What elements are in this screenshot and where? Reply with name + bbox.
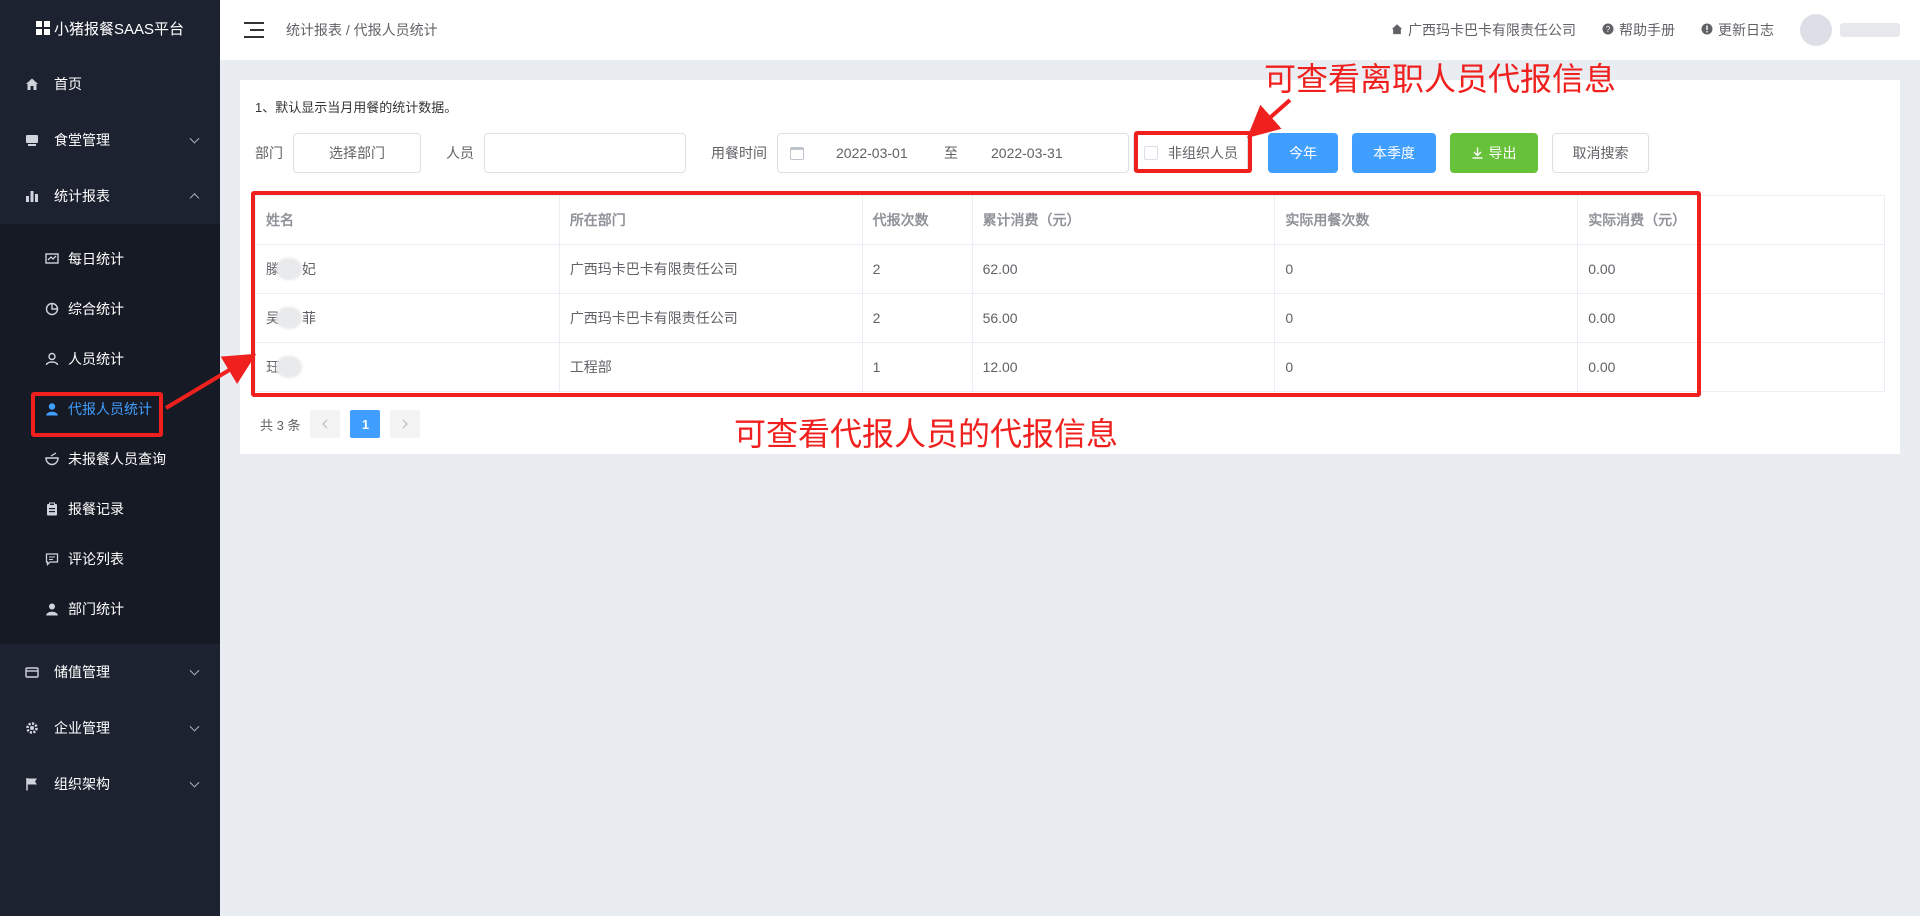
annotation-arrows — [164, 98, 1292, 410]
arrow-to-checkbox — [1247, 98, 1292, 138]
arrow-to-table — [164, 353, 257, 410]
